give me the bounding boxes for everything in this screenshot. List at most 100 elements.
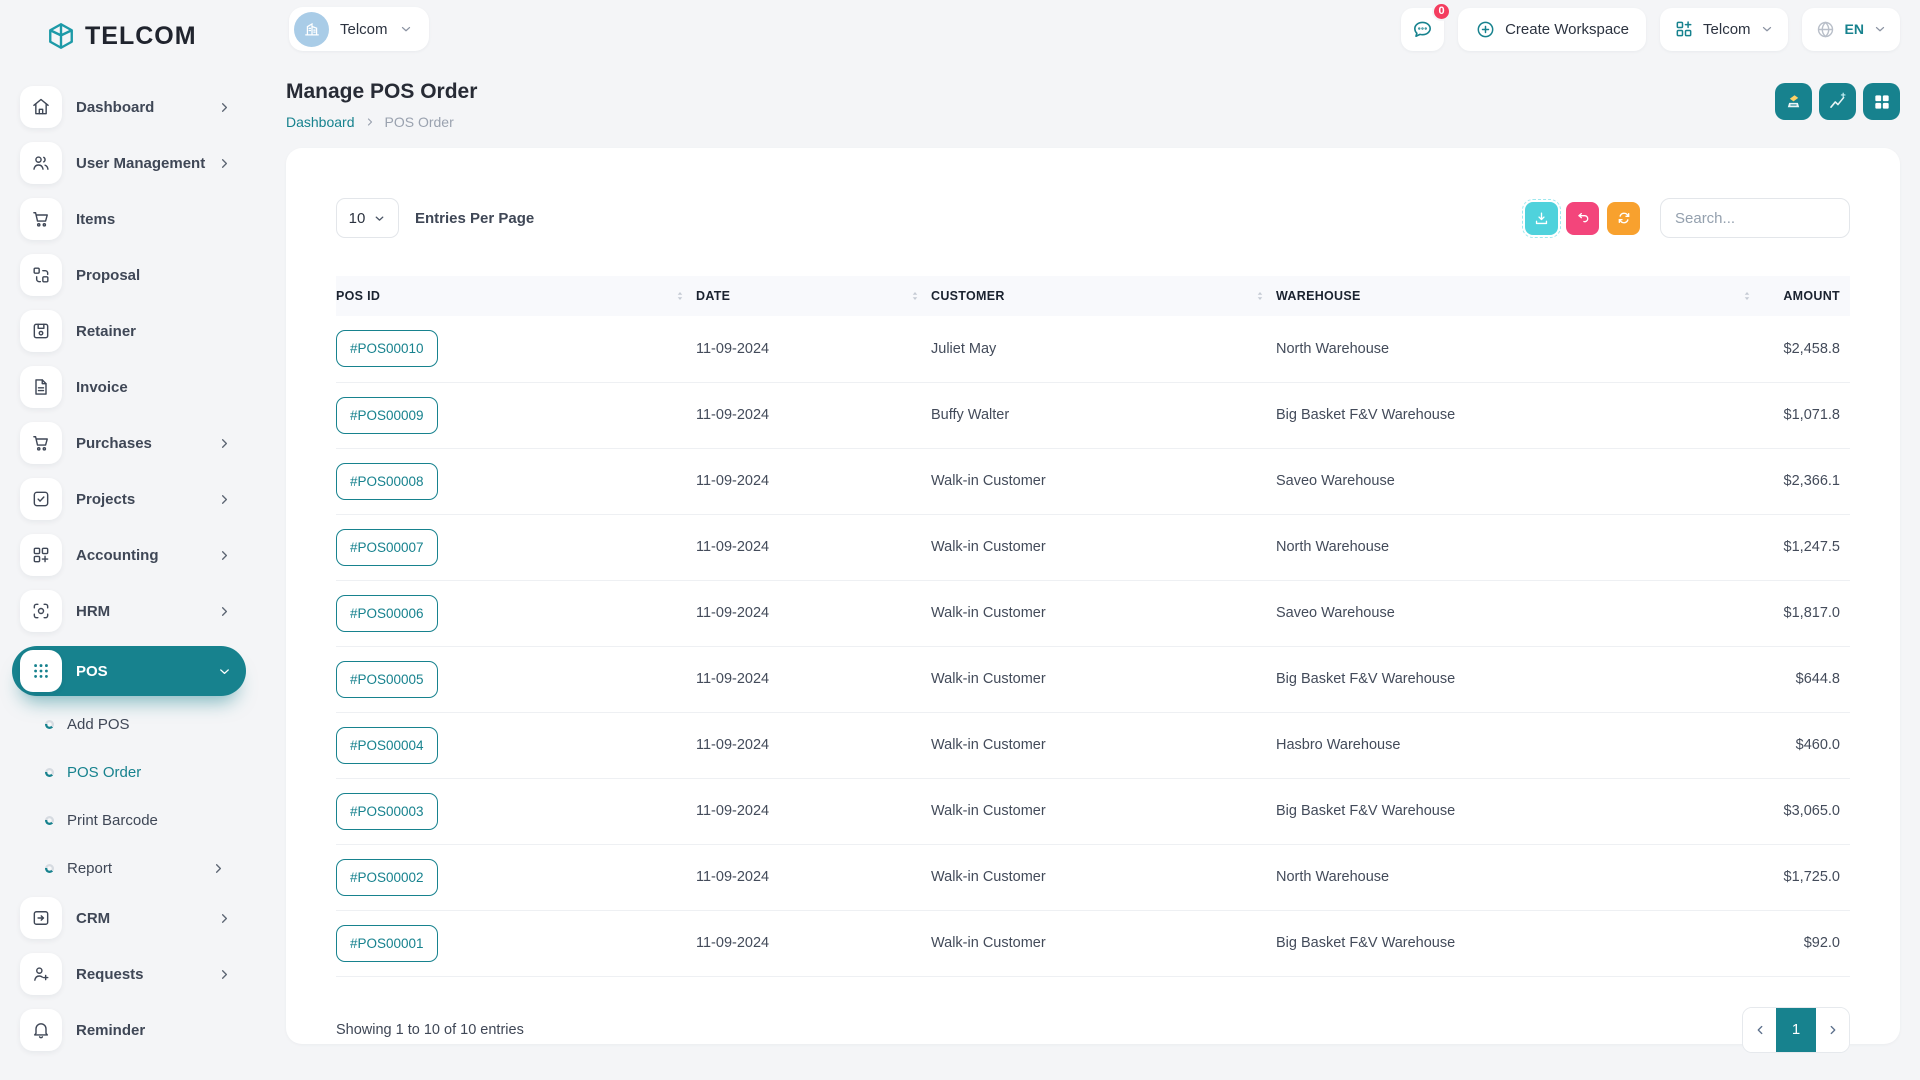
pos-id-badge[interactable]: #POS00002	[336, 859, 438, 896]
pagination-prev-button[interactable]	[1743, 1008, 1776, 1052]
invoice-icon	[20, 366, 62, 408]
column-header-customer[interactable]: CUSTOMER	[931, 276, 1276, 316]
sidebar-subitem-label: POS Order	[67, 764, 226, 781]
table-row: #POS00009 11-09-2024 Buffy Walter Big Ba…	[336, 382, 1850, 448]
customer-cell: Walk-in Customer	[931, 646, 1276, 712]
sidebar-subitem-print-barcode[interactable]: Print Barcode	[12, 801, 246, 839]
customer-cell: Walk-in Customer	[931, 580, 1276, 646]
create-workspace-button[interactable]: Create Workspace	[1458, 8, 1646, 51]
pos-id-badge[interactable]: #POS00008	[336, 463, 438, 500]
table-row: #POS00010 11-09-2024 Juliet May North Wa…	[336, 316, 1850, 382]
pos-id-badge[interactable]: #POS00006	[336, 595, 438, 632]
crm-icon	[20, 897, 62, 939]
sidebar-item-user-management[interactable]: User Management	[12, 142, 246, 184]
sidebar-item-hrm[interactable]: HRM	[12, 590, 246, 632]
requests-icon	[20, 953, 62, 995]
pagination-page-1[interactable]: 1	[1776, 1008, 1816, 1052]
customer-cell: Buffy Walter	[931, 382, 1276, 448]
sidebar-item-label: Retainer	[76, 323, 232, 340]
entries-per-page-value: 10	[349, 210, 366, 227]
pos-table-body: #POS00010 11-09-2024 Juliet May North Wa…	[336, 316, 1850, 976]
table-row: #POS00008 11-09-2024 Walk-in Customer Sa…	[336, 448, 1850, 514]
sidebar-item-crm[interactable]: CRM	[12, 897, 246, 939]
bullet-icon	[45, 768, 54, 777]
column-header-pos-id[interactable]: POS ID	[336, 276, 696, 316]
search-input[interactable]	[1660, 198, 1850, 238]
pagination: 1	[1742, 1007, 1850, 1053]
workspace-selector[interactable]: Telcom	[289, 7, 429, 51]
sidebar-item-reminder[interactable]: Reminder	[12, 1009, 246, 1051]
customer-cell: Walk-in Customer	[931, 712, 1276, 778]
sidebar-item-label: Projects	[76, 491, 217, 508]
column-header-date[interactable]: DATE	[696, 276, 931, 316]
customer-cell: Walk-in Customer	[931, 910, 1276, 976]
sidebar-item-items[interactable]: Items	[12, 198, 246, 240]
pagination-next-button[interactable]	[1816, 1008, 1849, 1052]
chevron-down-icon	[399, 22, 413, 36]
sidebar-item-invoice[interactable]: Invoice	[12, 366, 246, 408]
brand: TELCOM	[0, 14, 258, 58]
sidebar-item-label: User Management	[76, 155, 217, 172]
chevron-right-icon	[217, 604, 232, 619]
reset-button[interactable]	[1566, 202, 1599, 235]
download-icon	[1533, 210, 1550, 227]
sidebar-subitem-report[interactable]: Report	[12, 849, 246, 887]
sidebar-item-requests[interactable]: Requests	[12, 953, 246, 995]
sidebar-subitem-pos-order[interactable]: POS Order	[12, 753, 246, 791]
column-header-label: AMOUNT	[1783, 289, 1840, 303]
grid-view-button[interactable]	[1863, 83, 1900, 120]
customer-cell: Walk-in Customer	[931, 514, 1276, 580]
bullet-icon	[45, 720, 54, 729]
report-chart-button[interactable]	[1819, 83, 1856, 120]
sidebar-item-proposal[interactable]: Proposal	[12, 254, 246, 296]
pos-id-badge[interactable]: #POS00004	[336, 727, 438, 764]
sidebar: TELCOM Dashboard User Management Items P…	[0, 0, 258, 1080]
amount-cell: $1,725.0	[1763, 844, 1850, 910]
pos-id-badge[interactable]: #POS00007	[336, 529, 438, 566]
chevron-down-icon	[217, 664, 232, 679]
chevron-right-icon	[217, 548, 232, 563]
chevron-down-icon	[1760, 22, 1774, 36]
pos-id-badge[interactable]: #POS00010	[336, 330, 438, 367]
export-download-button[interactable]	[1525, 202, 1558, 235]
showing-entries-text: Showing 1 to 10 of 10 entries	[336, 1022, 524, 1038]
cart-icon	[20, 198, 62, 240]
sidebar-item-dashboard[interactable]: Dashboard	[12, 86, 246, 128]
sidebar-item-label: Items	[76, 211, 232, 228]
entries-per-page-select[interactable]: 10	[336, 198, 399, 238]
pos-id-badge[interactable]: #POS00009	[336, 397, 438, 434]
column-header-warehouse[interactable]: WAREHOUSE	[1276, 276, 1763, 316]
language-selector[interactable]: EN	[1802, 8, 1900, 51]
sidebar-item-pos[interactable]: POS	[12, 646, 246, 696]
create-workspace-label: Create Workspace	[1505, 21, 1629, 38]
breadcrumb-dashboard-link[interactable]: Dashboard	[286, 114, 355, 130]
column-header-amount[interactable]: AMOUNT	[1763, 276, 1850, 316]
breadcrumb: Dashboard POS Order	[286, 114, 477, 130]
amount-cell: $1,247.5	[1763, 514, 1850, 580]
date-cell: 11-09-2024	[696, 910, 931, 976]
sort-icon	[909, 290, 921, 302]
sidebar-item-accounting[interactable]: Accounting	[12, 534, 246, 576]
sidebar-nav: Dashboard User Management Items Proposal…	[0, 58, 258, 1051]
refresh-button[interactable]	[1607, 202, 1640, 235]
sidebar-item-retainer[interactable]: Retainer	[12, 310, 246, 352]
messages-button[interactable]: 0	[1401, 8, 1444, 51]
sidebar-item-purchases[interactable]: Purchases	[12, 422, 246, 464]
sidebar-item-label: POS	[76, 663, 217, 680]
warehouse-cell: Big Basket F&V Warehouse	[1276, 778, 1763, 844]
pos-id-badge[interactable]: #POS00005	[336, 661, 438, 698]
warehouse-cell: North Warehouse	[1276, 514, 1763, 580]
pos-id-badge[interactable]: #POS00003	[336, 793, 438, 830]
pos-id-badge[interactable]: #POS00001	[336, 925, 438, 962]
customer-cell: Juliet May	[931, 316, 1276, 382]
users-icon	[20, 142, 62, 184]
bullet-icon	[45, 816, 54, 825]
chevron-right-icon	[217, 911, 232, 926]
sidebar-item-projects[interactable]: Projects	[12, 478, 246, 520]
sidebar-subitem-add-pos[interactable]: Add POS	[12, 705, 246, 743]
warehouse-cell: Hasbro Warehouse	[1276, 712, 1763, 778]
amount-cell: $460.0	[1763, 712, 1850, 778]
workspace-dropdown[interactable]: Telcom	[1660, 8, 1788, 51]
workspace-avatar-building-icon	[294, 12, 329, 47]
pos-register-button[interactable]	[1775, 83, 1812, 120]
